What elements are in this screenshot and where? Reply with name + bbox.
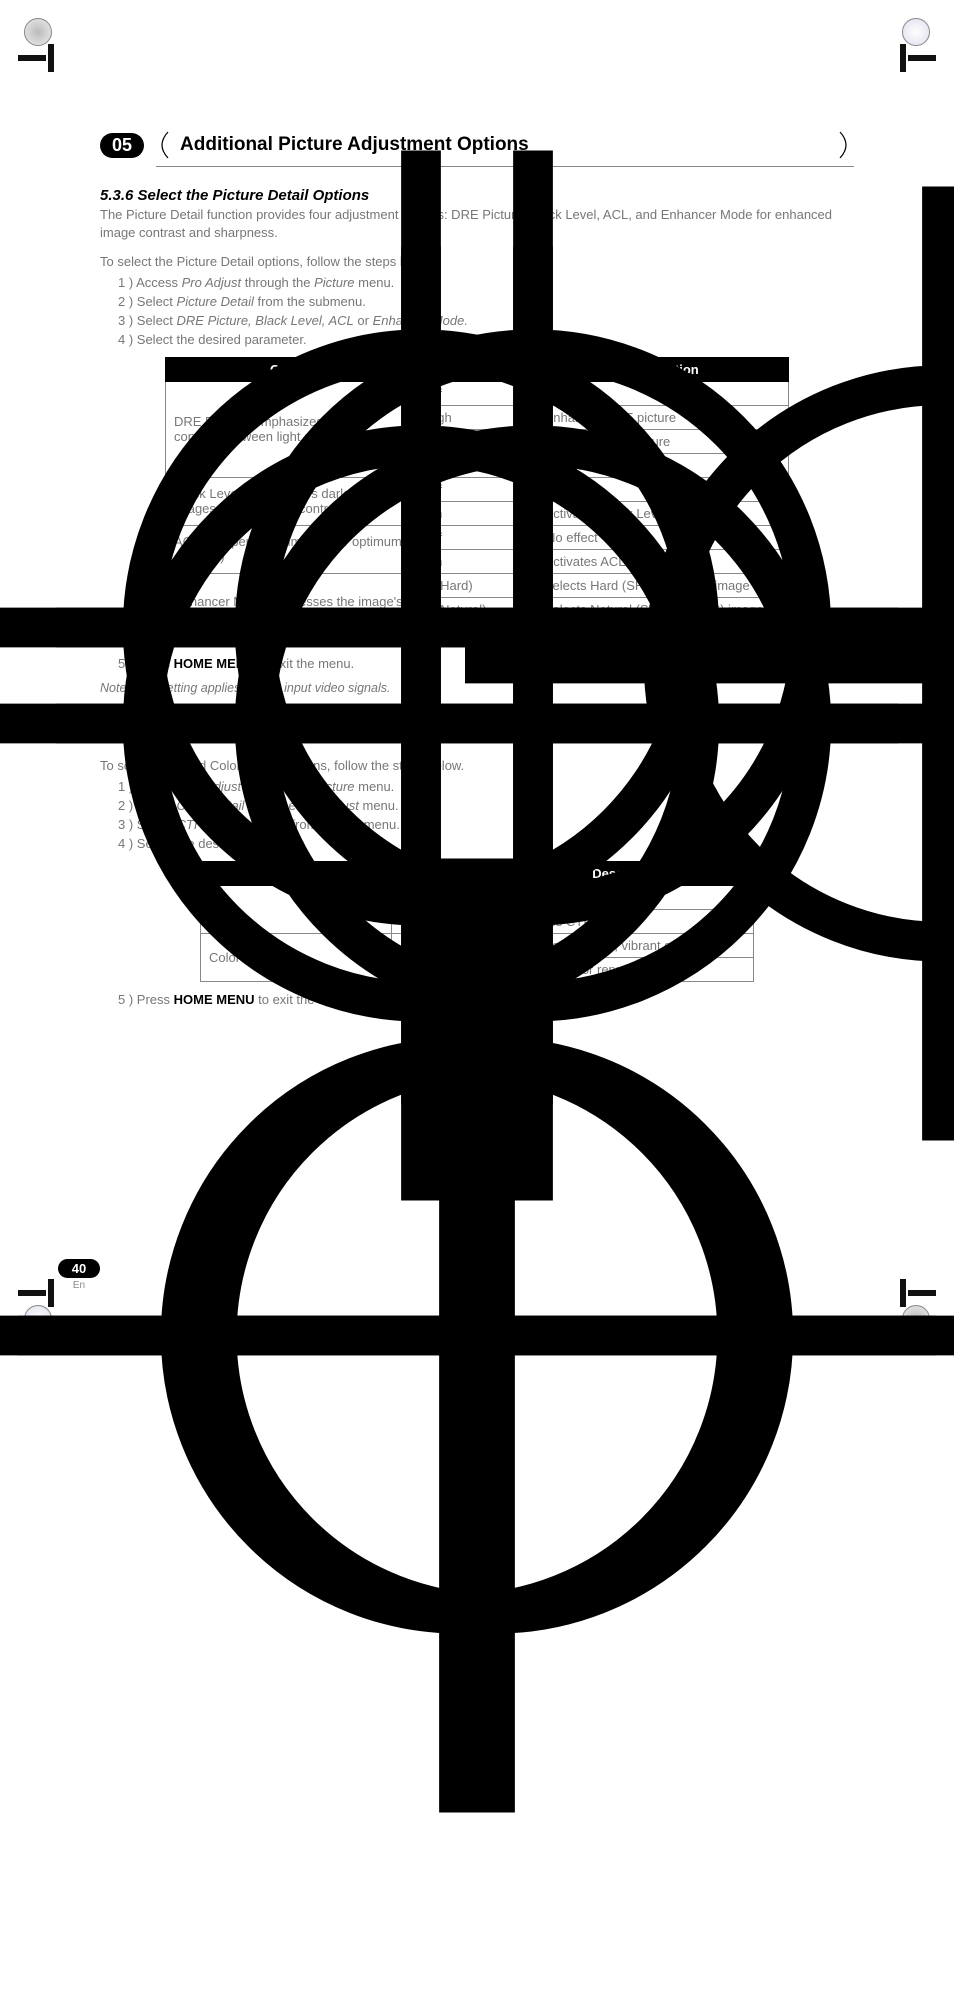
page-number: 40: [58, 1259, 100, 1278]
page-number-block: 40 En: [58, 1259, 100, 1291]
page-language: En: [58, 1280, 100, 1291]
document-page: 05 Additional Picture Adjustment Options…: [0, 0, 954, 1351]
registration-mark-icon: [465, 0, 954, 1339]
